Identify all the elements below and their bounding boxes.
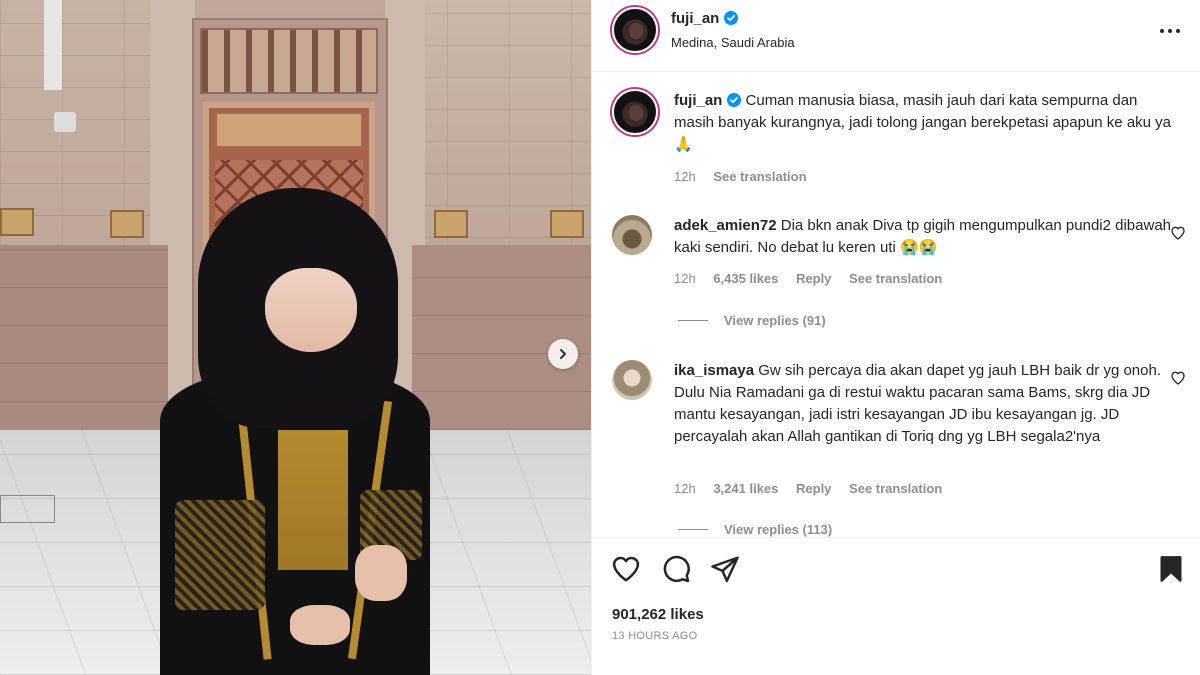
post-photo[interactable] [0, 0, 591, 675]
view-replies-label: View replies (113) [724, 522, 833, 537]
divider [678, 320, 708, 321]
comment-text-block: ika_ismaya Gw sih percaya dia akan dapet… [674, 360, 1174, 448]
comment-text-block: adek_amien72 Dia bkn anak Diva tp gigih … [674, 215, 1174, 259]
caption-meta: 12h See translation [674, 169, 821, 184]
comment-meta: 12h 3,241 likes Reply See translation [674, 481, 956, 496]
comment-likes[interactable]: 6,435 likes [713, 271, 778, 286]
wall-sign [110, 210, 144, 238]
see-translation-link[interactable]: See translation [849, 271, 942, 286]
like-button[interactable] [610, 554, 642, 586]
comment-likes[interactable]: 3,241 likes [713, 481, 778, 496]
wall-lamp [44, 0, 62, 90]
caption-username[interactable]: fuji_an [674, 92, 722, 109]
reply-link[interactable]: Reply [796, 271, 831, 286]
share-button[interactable] [709, 554, 741, 586]
comment-icon [663, 555, 690, 583]
heart-icon [1171, 226, 1185, 240]
wall-sign [434, 210, 468, 238]
comment-button[interactable] [660, 554, 692, 586]
view-replies-button[interactable]: View replies (113) [678, 522, 832, 537]
see-translation-link[interactable]: See translation [849, 481, 942, 496]
divider [678, 529, 708, 530]
bookmark-icon [1160, 556, 1182, 582]
avatar[interactable] [612, 89, 658, 135]
sleeve-embroidery [175, 500, 265, 610]
wall-camera [54, 112, 76, 132]
chevron-right-icon [560, 349, 566, 359]
more-options-icon [1160, 29, 1180, 33]
paper-plane-icon [711, 556, 739, 583]
wall-base-left [0, 245, 168, 440]
post-timestamp[interactable]: 13 HOURS AGO [612, 630, 698, 642]
floor-drain [0, 495, 55, 523]
save-button[interactable] [1155, 554, 1187, 586]
heart-icon [612, 556, 640, 582]
caption-text: Cuman manusia biasa, masih jauh dari kat… [674, 92, 1172, 153]
person-face [265, 268, 357, 352]
wall-base-right [412, 245, 591, 430]
header-username[interactable]: fuji_an [671, 10, 719, 27]
door-ornament [200, 28, 378, 94]
verified-badge-icon [727, 93, 742, 107]
view-replies-button[interactable]: View replies (91) [678, 313, 826, 328]
wall-sign [550, 210, 584, 238]
comment-like-button[interactable] [1170, 225, 1186, 241]
view-replies-label: View replies (91) [724, 313, 826, 328]
header-username-row: fuji_an [671, 10, 739, 27]
post-header: fuji_an Medina, Saudi Arabia [592, 0, 1200, 72]
avatar[interactable] [612, 360, 652, 400]
see-translation-link[interactable]: See translation [713, 169, 806, 184]
heart-icon [1171, 371, 1185, 385]
next-photo-button[interactable] [548, 339, 578, 369]
verified-badge-icon [724, 11, 739, 25]
person-gold-dress [278, 430, 348, 570]
comments-list[interactable]: fuji_an Cuman manusia biasa, masih jauh … [592, 72, 1200, 537]
person-hand [290, 605, 350, 645]
more-options-button[interactable] [1158, 24, 1182, 38]
post-likes-count[interactable]: 901,262 likes [612, 606, 704, 623]
post-side-panel: fuji_an Medina, Saudi Arabia fuji_an Cum… [591, 0, 1200, 675]
avatar[interactable] [612, 215, 652, 255]
person-hand [355, 545, 407, 601]
comment-like-button[interactable] [1170, 370, 1186, 386]
caption-time[interactable]: 12h [674, 169, 696, 184]
comment-meta: 12h 6,435 likes Reply See translation [674, 271, 956, 286]
comment-time[interactable]: 12h [674, 271, 696, 286]
avatar[interactable] [612, 7, 658, 53]
reply-link[interactable]: Reply [796, 481, 831, 496]
comment-time[interactable]: 12h [674, 481, 696, 496]
caption-text-block: fuji_an Cuman manusia biasa, masih jauh … [674, 90, 1174, 156]
location-link[interactable]: Medina, Saudi Arabia [671, 35, 795, 50]
door-plaque [215, 112, 363, 148]
comment-username[interactable]: adek_amien72 [674, 217, 777, 234]
wall-sign [0, 208, 34, 236]
post-actions: 901,262 likes 13 HOURS AGO [592, 537, 1200, 675]
comment-username[interactable]: ika_ismaya [674, 362, 754, 379]
